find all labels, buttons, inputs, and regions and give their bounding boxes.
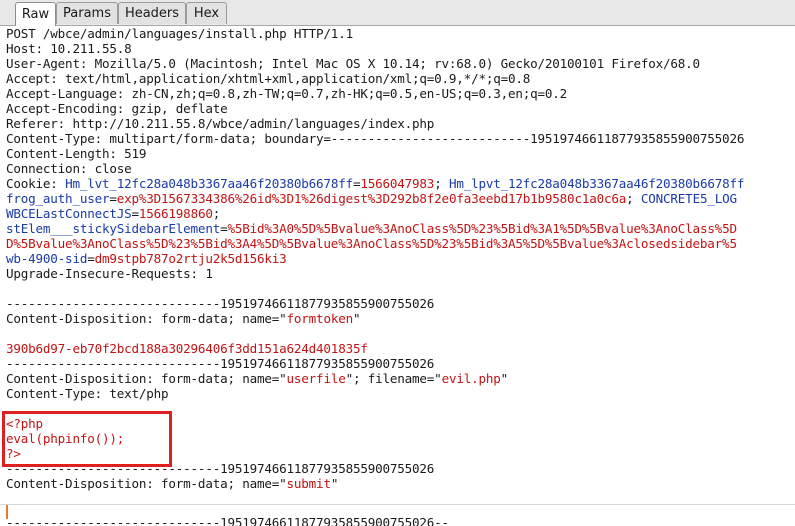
header-content-type: Content-Type: multipart/form-data; bound… — [6, 131, 745, 146]
cookie-value: exp%3D1567334386%26id%3D1%26digest%3D292… — [116, 191, 627, 206]
cookie-value: dm9stpb787o2rtju2k5d156ki3 — [94, 251, 287, 266]
header-accept: Accept: text/html,application/xhtml+xml,… — [6, 71, 531, 86]
multipart-boundary: -----------------------------19519746611… — [6, 356, 435, 371]
cookie-name: WBCELastConnectJS — [6, 206, 132, 221]
cookie-separator: ; — [212, 206, 221, 221]
tab-headers[interactable]: Headers — [118, 2, 186, 24]
header-host: Host: 10.211.55.8 — [6, 41, 132, 56]
tab-raw[interactable]: Raw — [15, 2, 56, 26]
cookie-separator: ; — [626, 191, 641, 206]
header-cookie-line-2: frog_auth_user=exp%3D1567334386%26id%3D1… — [6, 191, 737, 206]
disposition-suffix: " — [352, 311, 361, 326]
cookie-name: Hm_lvt_12fc28a048b3367aa46f20380b6678ff — [65, 176, 353, 191]
multipart-boundary-end: -----------------------------19519746611… — [6, 515, 449, 526]
disposition-prefix: Content-Disposition: form-data; name=" — [6, 476, 287, 491]
header-content-length: Content-Length: 519 — [6, 146, 147, 161]
disposition-suffix: " — [330, 476, 339, 491]
field-name: submit — [286, 476, 331, 491]
part-formtoken-value: 390b6d97-eb70f2bcd188a30296406f3dd151a62… — [6, 341, 368, 356]
disposition-suffix: " — [500, 371, 509, 386]
cookie-value: 1566047983 — [360, 176, 435, 191]
part-userfile-content-type: Content-Type: text/php — [6, 386, 169, 401]
cookie-separator: ; — [434, 176, 449, 191]
filename: evil.php — [441, 371, 501, 386]
cookie-value: D%5Bvalue%3AnoClass%5D%23%5Bid%3A4%5D%5B… — [6, 236, 737, 251]
cookie-name: wb-4900-sid — [6, 251, 88, 266]
header-user-agent: User-Agent: Mozilla/5.0 (Macintosh; Inte… — [6, 56, 700, 71]
part-submit-disposition: Content-Disposition: form-data; name="su… — [6, 476, 338, 491]
editor-bottom-divider — [0, 504, 795, 505]
raw-request-editor[interactable]: POST /wbce/admin/languages/install.php H… — [0, 26, 795, 526]
part-formtoken-disposition: Content-Disposition: form-data; name="fo… — [6, 311, 361, 326]
cookie-equals: = — [109, 191, 117, 206]
disposition-mid: "; filename=" — [345, 371, 442, 386]
multipart-boundary: -----------------------------19519746611… — [6, 296, 435, 311]
disposition-prefix: Content-Disposition: form-data; name=" — [6, 311, 287, 326]
cookie-equals: = — [131, 206, 140, 221]
header-accept-encoding: Accept-Encoding: gzip, deflate — [6, 101, 228, 116]
cookie-value: %5Bid%3A0%5D%5Bvalue%3AnoClass%5D%23%5Bi… — [227, 221, 737, 236]
cookie-prefix: Cookie: — [6, 176, 66, 191]
header-cookie-line-3: WBCELastConnectJS=1566198860; — [6, 206, 220, 221]
request-line: POST /wbce/admin/languages/install.php H… — [6, 26, 353, 41]
field-name: formtoken — [286, 311, 354, 326]
cookie-name: stElem___stickySidebarElement — [6, 221, 221, 236]
cookie-equals: = — [87, 251, 95, 266]
text-caret — [6, 505, 8, 519]
message-editor-tabbar: Raw Params Headers Hex — [0, 0, 795, 26]
tab-params[interactable]: Params — [56, 2, 118, 24]
header-accept-language: Accept-Language: zh-CN,zh;q=0.8,zh-TW;q=… — [6, 86, 568, 101]
header-connection: Connection: close — [6, 161, 132, 176]
cookie-name: frog_auth_user — [6, 191, 110, 206]
cookie-value: 1566198860 — [138, 206, 213, 221]
header-cookie-line-4: stElem___stickySidebarElement=%5Bid%3A0%… — [6, 221, 737, 236]
header-referer: Referer: http://10.211.55.8/wbce/admin/l… — [6, 116, 435, 131]
header-cookie-line-1: Cookie: Hm_lvt_12fc28a048b3367aa46f20380… — [6, 176, 744, 191]
cookie-name: Hm_lpvt_12fc28a048b3367aa46f20380b6678ff — [448, 176, 745, 191]
disposition-prefix: Content-Disposition: form-data; name=" — [6, 371, 287, 386]
header-cookie-line-6: wb-4900-sid=dm9stpb787o2rtju2k5d156ki3 — [6, 251, 287, 266]
tab-hex[interactable]: Hex — [186, 2, 227, 24]
header-cookie-line-5: D%5Bvalue%3AnoClass%5D%23%5Bid%3A4%5D%5B… — [6, 236, 737, 251]
header-upgrade-insecure: Upgrade-Insecure-Requests: 1 — [6, 266, 213, 281]
part-userfile-disposition: Content-Disposition: form-data; name="us… — [6, 371, 508, 386]
payload-highlight-box — [2, 411, 172, 467]
cookie-name: CONCRETE5_LOG — [640, 191, 737, 206]
field-name: userfile — [286, 371, 346, 386]
